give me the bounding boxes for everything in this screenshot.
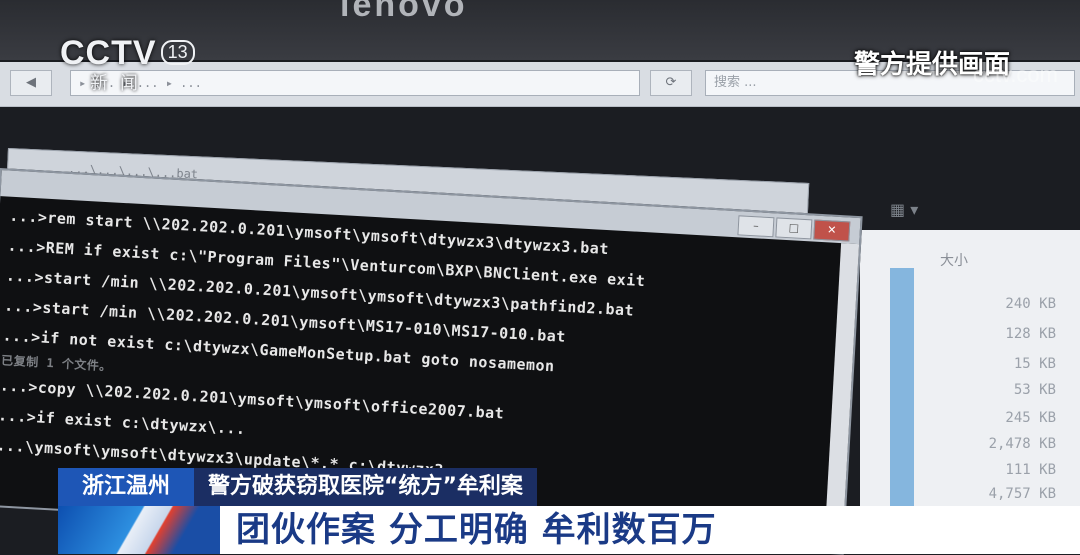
close-icon[interactable]: ✕	[813, 219, 851, 242]
maximize-icon[interactable]: □	[775, 217, 813, 240]
channel-logo: CCTV 13 新闻	[60, 34, 195, 95]
console-output: ...>rem start \\202.202.0.201\ymsoft\yms…	[0, 196, 859, 512]
file-size: 240 KB	[1005, 296, 1056, 312]
refresh-button[interactable]: ⟳	[650, 70, 692, 96]
globe-graphic-icon	[58, 506, 220, 554]
channel-name: CCTV	[60, 34, 157, 72]
file-size: 15 KB	[1013, 356, 1056, 372]
lower-third-top: 浙江温州 警方破获窃取医院“统方”牟利案	[58, 468, 537, 506]
file-size: 53 KB	[1013, 382, 1056, 398]
view-options-icon[interactable]: ▦ ▾	[890, 200, 918, 219]
watermark: cctv.com	[972, 62, 1058, 87]
tagline-text: 团伙作案 分工明确 牟利数百万	[236, 510, 717, 550]
size-column-header[interactable]: 大小	[940, 250, 968, 270]
file-size: 128 KB	[1005, 326, 1056, 342]
channel-number-badge: 13	[160, 40, 195, 65]
headline-text: 警方破获窃取医院“统方”牟利案	[194, 468, 537, 506]
minimize-icon[interactable]: –	[737, 215, 775, 238]
lower-third-bottom: 团伙作案 分工明确 牟利数百万	[58, 506, 1080, 554]
file-size: 245 KB	[1005, 410, 1056, 426]
file-list-panel: 大小 240 KB 128 KB 15 KB 53 KB 245 KB 2,47…	[860, 230, 1080, 530]
file-size: 4,757 KB	[988, 486, 1056, 502]
back-button[interactable]: ◀	[10, 70, 52, 96]
location-label: 浙江温州	[58, 468, 195, 506]
monitor-brand-logo: lenovo	[340, 0, 468, 24]
file-size: 111 KB	[1005, 462, 1056, 478]
selection-highlight	[890, 268, 914, 530]
file-size: 2,478 KB	[988, 436, 1056, 452]
